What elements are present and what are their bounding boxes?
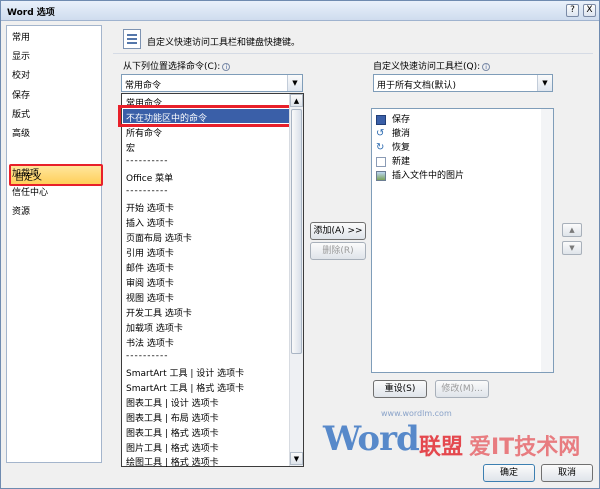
dropdown-scrollbar[interactable]: ▲ ▼ [289, 94, 303, 466]
nav-item-display[interactable]: 显示 [12, 49, 30, 62]
undo-icon: ↺ [376, 127, 385, 139]
list-item-label: 插入文件中的图片 [392, 171, 465, 181]
cancel-button[interactable]: 取消 [541, 464, 593, 482]
list-item[interactable]: 插入文件中的图片 [376, 168, 464, 181]
nav-item-layout[interactable]: 版式 [12, 107, 30, 120]
scroll-up-icon[interactable]: ▲ [290, 94, 303, 107]
nav-item-trust-center[interactable]: 信任中心 [12, 185, 48, 198]
modify-button[interactable]: 修改(M)... [435, 380, 489, 398]
list-item[interactable]: 新建 [376, 154, 410, 167]
commands-dropdown-list[interactable]: 常用命令 不在功能区中的命令 所有命令 宏 ---------- Office … [118, 93, 304, 468]
dropdown-item[interactable]: 审阅 选项卡 [126, 276, 174, 289]
list-item-label: 撤消 [392, 129, 411, 139]
scroll-thumb[interactable] [291, 109, 302, 354]
chevron-down-icon[interactable]: ▼ [287, 75, 302, 91]
add-button[interactable]: 添加(A) >> [310, 222, 366, 240]
dropdown-separator: ---------- [126, 351, 169, 361]
dropdown-item[interactable]: 视图 选项卡 [126, 291, 174, 304]
choose-commands-combo[interactable]: 常用命令 ▼ [121, 74, 303, 92]
close-button[interactable]: X [583, 4, 596, 17]
qat-scope-value: 用于所有文档(默认) [377, 81, 457, 91]
dropdown-item[interactable]: 书法 选项卡 [126, 336, 174, 349]
choose-commands-value: 常用命令 [125, 81, 162, 91]
dropdown-item[interactable]: SmartArt 工具 | 设计 选项卡 [126, 366, 244, 379]
dropdown-item[interactable]: 开始 选项卡 [126, 201, 174, 214]
list-item-label: 保存 [392, 115, 411, 125]
nav-item-advanced[interactable]: 高级 [12, 126, 30, 139]
nav-item-save[interactable]: 保存 [12, 88, 30, 101]
dropdown-item[interactable]: 图片工具 | 格式 选项卡 [126, 441, 219, 454]
list-item[interactable]: 保存 [376, 112, 410, 125]
watermark-brand-suffix: 联盟 [419, 435, 464, 460]
title-bar: Word 选项 ? X [1, 1, 599, 21]
new-document-icon [376, 156, 386, 167]
dropdown-separator: ---------- [126, 186, 169, 196]
info-icon: i [222, 62, 231, 71]
dropdown-item[interactable]: 页面布局 选项卡 [126, 231, 192, 244]
dropdown-item[interactable]: SmartArt 工具 | 格式 选项卡 [126, 381, 244, 394]
customize-qat-icon [123, 29, 141, 49]
customize-qat-label-text: 自定义快速访问工具栏(Q): [373, 62, 481, 72]
header-divider [113, 53, 593, 54]
redo-icon: ↻ [376, 141, 385, 153]
qat-command-list[interactable]: 保存 ↺撤消 ↻恢复 新建 插入文件中的图片 ▶ [371, 108, 554, 373]
dropdown-separator: ---------- [126, 156, 169, 166]
dropdown-item[interactable]: 图表工具 | 设计 选项卡 [126, 396, 219, 409]
reset-button[interactable]: 重设(S) [373, 380, 427, 398]
move-up-button[interactable]: ▲ [562, 223, 582, 237]
choose-commands-label-text: 从下列位置选择命令(C): [123, 62, 221, 72]
help-button[interactable]: ? [566, 4, 579, 17]
site-watermark: www.wordlm.com Word 联盟 爱IT技术网 [319, 401, 599, 471]
dropdown-item[interactable]: 绘图工具 | 格式 选项卡 [126, 455, 219, 468]
qat-list-scrollbar[interactable] [541, 109, 553, 372]
customize-qat-label: 自定义快速访问工具栏(Q): i [373, 59, 491, 72]
section-header: 自定义快速访问工具栏和键盘快捷键。 [147, 38, 301, 48]
dropdown-item[interactable]: Office 菜单 [126, 171, 173, 184]
nav-item-resources[interactable]: 资源 [12, 204, 30, 217]
list-item-label: 新建 [392, 157, 411, 167]
nav-item-common[interactable]: 常用 [12, 30, 30, 43]
dropdown-item[interactable]: 宏 [126, 141, 135, 154]
watermark-url: www.wordlm.com [381, 409, 452, 418]
dropdown-item[interactable]: 插入 选项卡 [126, 216, 174, 229]
remove-button[interactable]: 删除(R) [310, 242, 366, 260]
nav-item-addins[interactable]: 加载项 [12, 166, 39, 179]
window-title: Word 选项 [7, 8, 55, 18]
nav-item-proofing[interactable]: 校对 [12, 68, 30, 81]
watermark-brand: Word [323, 419, 420, 459]
dropdown-item[interactable]: 图表工具 | 格式 选项卡 [126, 426, 219, 439]
chevron-down-icon[interactable]: ▼ [537, 75, 552, 91]
highlight-annotation-box [118, 105, 294, 127]
qat-scope-combo[interactable]: 用于所有文档(默认) ▼ [373, 74, 553, 92]
dropdown-item[interactable]: 加载项 选项卡 [126, 321, 183, 334]
dropdown-item[interactable]: 开发工具 选项卡 [126, 306, 192, 319]
insert-picture-icon [376, 170, 386, 181]
dropdown-item[interactable]: 图表工具 | 布局 选项卡 [126, 411, 219, 424]
ok-button[interactable]: 确定 [483, 464, 535, 482]
scroll-down-icon[interactable]: ▼ [290, 452, 303, 465]
word-options-dialog: Word 选项 ? X 常用 显示 校对 保存 版式 高级 自定义 加载项 信任… [0, 0, 600, 489]
list-item[interactable]: ↻ 恢复 [376, 140, 410, 153]
list-item[interactable]: ↺ 撤消 [376, 126, 410, 139]
dropdown-item[interactable]: 所有命令 [126, 126, 162, 139]
watermark-tagline: 爱IT技术网 [469, 435, 581, 460]
list-item-label: 恢复 [392, 143, 411, 153]
dropdown-item[interactable]: 引用 选项卡 [126, 246, 174, 259]
dropdown-item[interactable]: 邮件 选项卡 [126, 261, 174, 274]
choose-commands-label: 从下列位置选择命令(C): i [123, 59, 231, 72]
info-icon: i [482, 62, 491, 71]
options-nav: 常用 显示 校对 保存 版式 高级 自定义 加载项 信任中心 资源 [6, 25, 103, 463]
save-icon [376, 114, 386, 125]
move-down-button[interactable]: ▼ [562, 241, 582, 255]
